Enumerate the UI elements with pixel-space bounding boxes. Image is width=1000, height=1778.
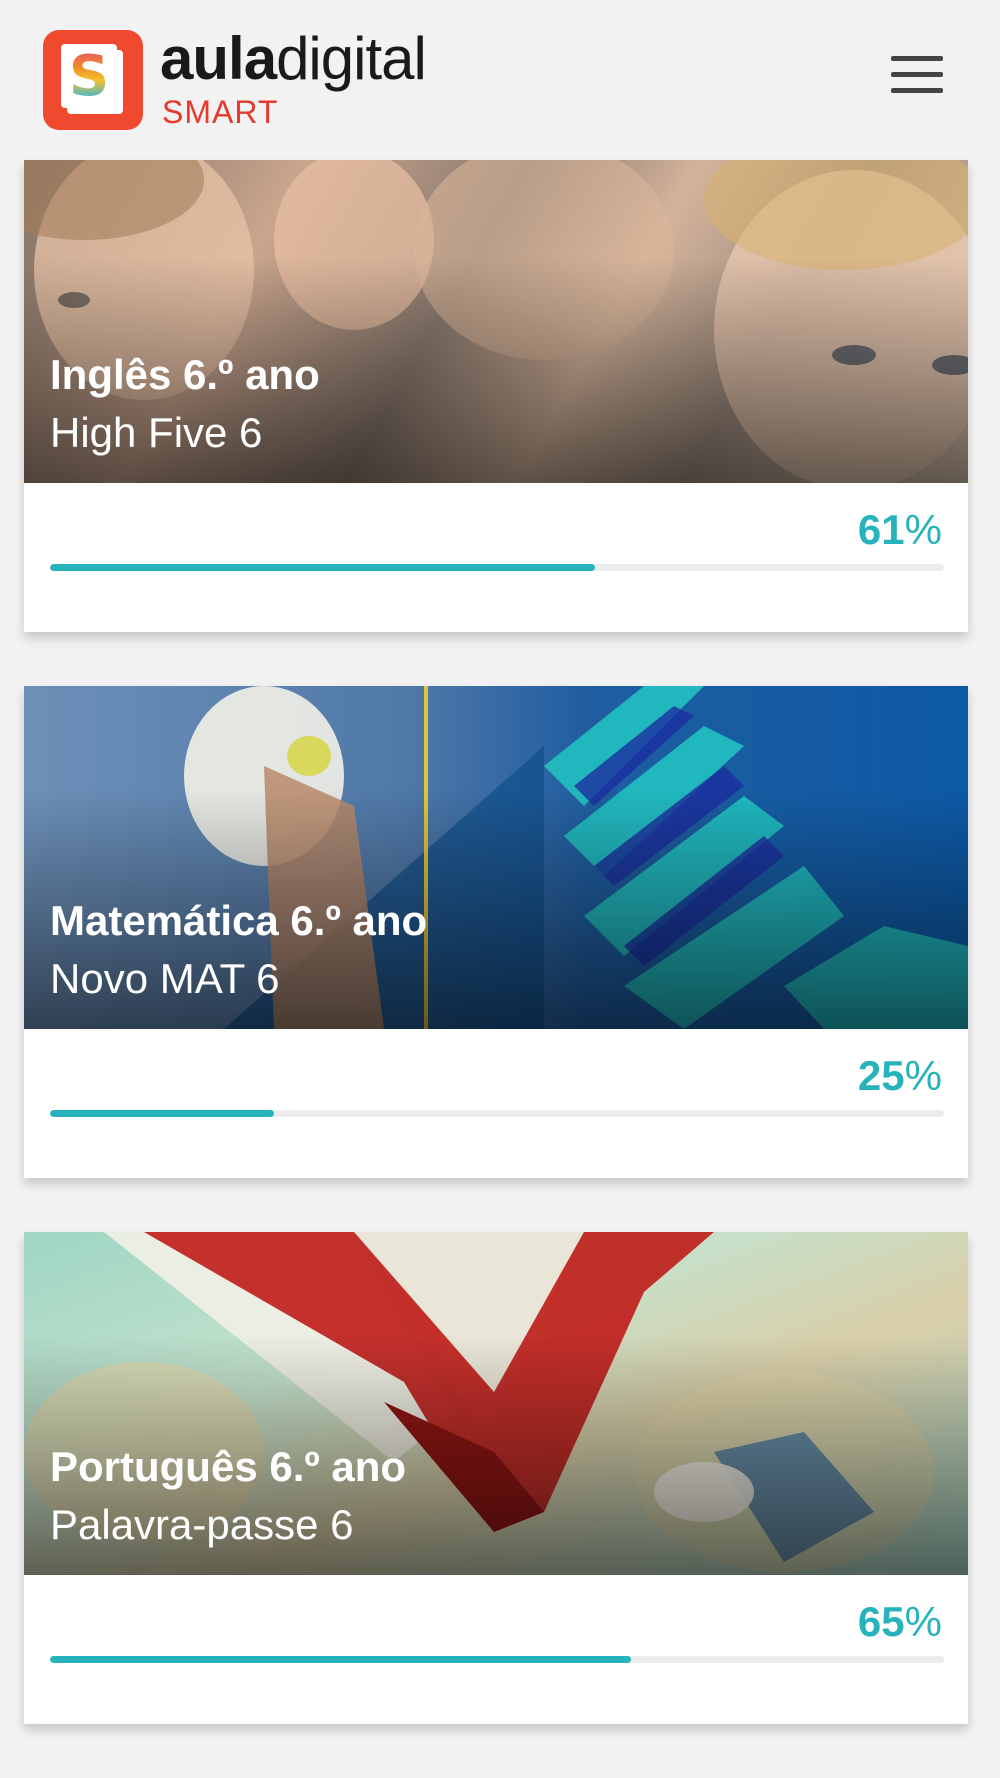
brand-name-bold: aula (160, 25, 277, 92)
brand-name-light: digital (276, 25, 427, 92)
course-book: Palavra-passe 6 (50, 1501, 354, 1548)
course-book: High Five 6 (50, 409, 263, 456)
logo-icon[interactable]: S (43, 30, 143, 130)
course-book: Novo MAT 6 (50, 955, 280, 1002)
progress-percent: 65% (857, 1598, 942, 1645)
brand-name: auladigital (160, 24, 427, 94)
progress-track (50, 564, 944, 571)
course-card[interactable]: Matemática 6.º ano Novo MAT 6 25% (24, 686, 968, 1178)
course-title: Português 6.º ano (50, 1443, 407, 1490)
brand-subtitle: SMART (162, 94, 279, 130)
hamburger-menu-icon[interactable] (891, 56, 943, 96)
progress-fill (50, 1656, 632, 1663)
course-title: Matemática 6.º ano (50, 897, 428, 944)
progress-fill (50, 564, 596, 571)
progress-fill (50, 1110, 274, 1117)
progress-track (50, 1110, 944, 1117)
course-card[interactable]: Português 6.º ano Palavra-passe 6 65% (24, 1232, 968, 1724)
app-header: S auladigital SMART (0, 0, 1000, 160)
progress-track (50, 1656, 944, 1663)
course-title: Inglês 6.º ano (50, 351, 320, 398)
logo-letter: S (59, 44, 119, 110)
progress-percent: 61% (857, 506, 942, 553)
course-card[interactable]: Inglês 6.º ano High Five 6 61% (24, 160, 968, 632)
progress-percent: 25% (857, 1052, 942, 1099)
